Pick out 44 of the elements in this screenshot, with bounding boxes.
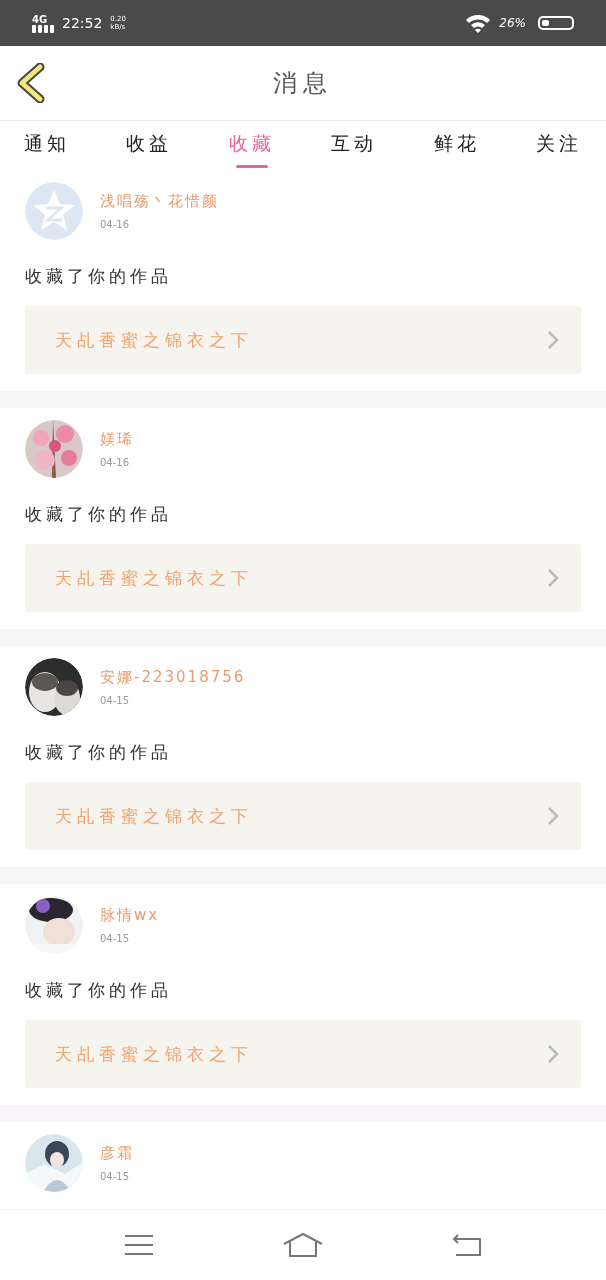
tab[interactable]: 互动 bbox=[331, 121, 378, 170]
user-name[interactable]: 彦霜 bbox=[100, 1143, 134, 1163]
message-text: 收藏了你的作品 bbox=[25, 503, 173, 526]
tab[interactable]: 关注 bbox=[535, 121, 582, 170]
message-text: 收藏了你的作品 bbox=[25, 741, 173, 764]
user-name[interactable]: 浅唱殇丶花惜颜 bbox=[100, 191, 219, 211]
message-date: 04-16 bbox=[100, 218, 131, 231]
tab[interactable]: 鲜花 bbox=[433, 121, 480, 170]
message-date: 04-16 bbox=[100, 456, 131, 469]
tab[interactable]: 通知 bbox=[24, 121, 70, 170]
battery-percentage: 26% bbox=[499, 16, 526, 30]
chevron-right-icon bbox=[547, 568, 559, 588]
work-title: 天乩香蜜之锦衣之下 bbox=[55, 1042, 254, 1066]
tab[interactable]: 收益 bbox=[126, 121, 173, 170]
message-date: 04-15 bbox=[100, 694, 131, 707]
work-title: 天乩香蜜之锦衣之下 bbox=[55, 328, 254, 352]
tab-underline bbox=[235, 165, 268, 168]
user-name[interactable]: 安娜-223018756 bbox=[100, 667, 246, 687]
message-text: 收藏了你的作品 bbox=[25, 265, 173, 288]
avatar-icon bbox=[25, 182, 83, 240]
battery-icon bbox=[538, 16, 574, 30]
user-name[interactable]: 脉情wx bbox=[100, 905, 160, 925]
wifi-icon bbox=[465, 13, 492, 33]
work-link[interactable]: 天乩香蜜之锦衣之下 bbox=[25, 782, 581, 850]
chevron-right-icon bbox=[547, 330, 559, 350]
message-date: 04-15 bbox=[100, 932, 131, 945]
tab[interactable]: 收藏 bbox=[228, 121, 275, 170]
work-link[interactable]: 天乩香蜜之锦衣之下 bbox=[25, 1020, 581, 1088]
work-link[interactable]: 天乩香蜜之锦衣之下 bbox=[25, 544, 581, 612]
back-icon[interactable] bbox=[452, 1233, 482, 1257]
chevron-right-icon bbox=[547, 806, 559, 826]
work-link[interactable]: 天乩香蜜之锦衣之下 bbox=[25, 306, 581, 374]
message-text: 收藏了你的作品 bbox=[25, 979, 173, 1002]
menu-icon[interactable] bbox=[124, 1233, 154, 1257]
message-date: 04-15 bbox=[100, 1170, 131, 1183]
signal-icon bbox=[32, 24, 54, 33]
work-title: 天乩香蜜之锦衣之下 bbox=[55, 566, 254, 590]
network-label: 4G bbox=[32, 13, 48, 25]
work-title: 天乩香蜜之锦衣之下 bbox=[55, 804, 254, 828]
page-title: 消息 bbox=[272, 68, 334, 99]
user-name[interactable]: 媄琋 bbox=[100, 429, 134, 449]
clock: 22:52 bbox=[62, 15, 103, 31]
chevron-right-icon bbox=[547, 1044, 559, 1064]
home-icon[interactable] bbox=[282, 1232, 324, 1258]
